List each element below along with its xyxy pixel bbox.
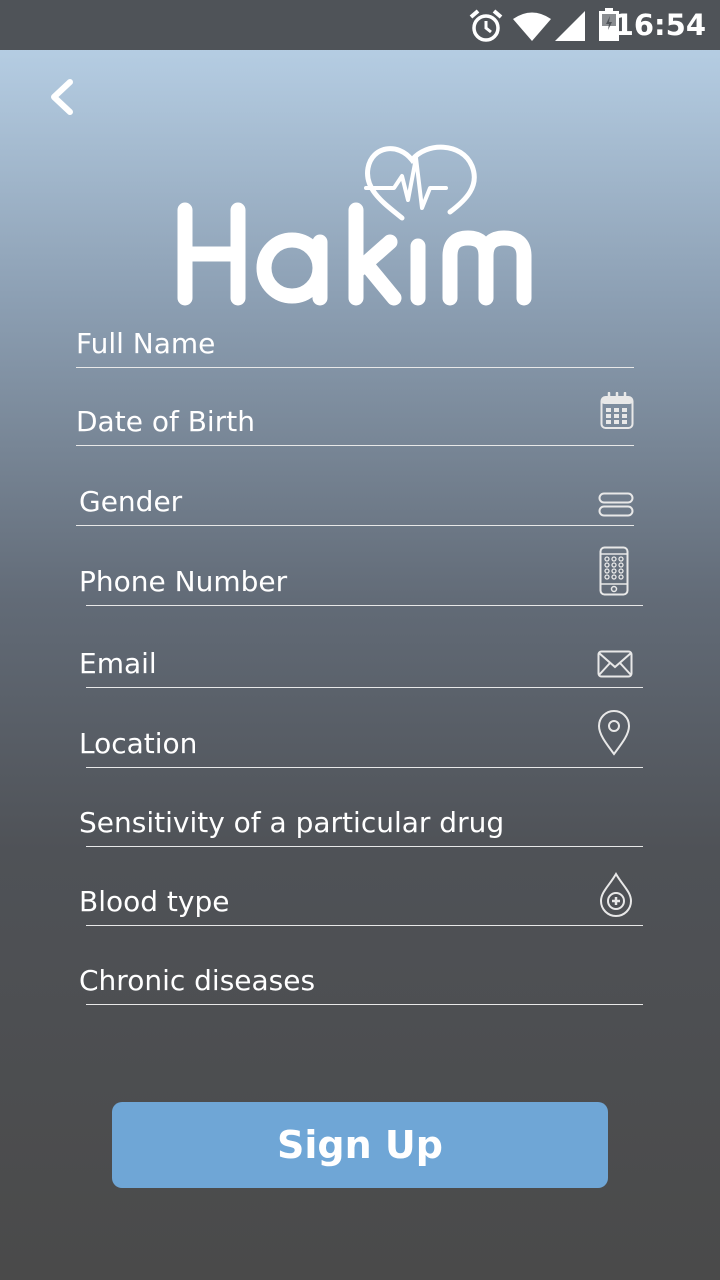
field-underline bbox=[86, 845, 643, 847]
email-label: Email bbox=[79, 647, 157, 680]
phone-number-field[interactable]: Phone Number bbox=[79, 546, 643, 606]
app-logo bbox=[170, 138, 550, 310]
date-of-birth-label: Date of Birth bbox=[76, 405, 255, 438]
field-underline bbox=[86, 604, 643, 606]
blood-type-label: Blood type bbox=[79, 885, 230, 918]
map-pin-icon[interactable] bbox=[597, 710, 631, 756]
location-label: Location bbox=[79, 727, 198, 760]
phone-number-label: Phone Number bbox=[79, 565, 288, 598]
back-button[interactable] bbox=[40, 74, 86, 120]
field-underline bbox=[76, 366, 634, 368]
select-icon[interactable] bbox=[598, 492, 634, 518]
date-of-birth-field[interactable]: Date of Birth bbox=[76, 392, 634, 446]
alarm-icon bbox=[469, 9, 503, 42]
field-underline bbox=[76, 444, 634, 446]
blood-type-field[interactable]: Blood type bbox=[79, 872, 643, 926]
field-underline bbox=[86, 766, 643, 768]
blood-drop-icon[interactable] bbox=[599, 872, 633, 918]
chronic-diseases-label: Chronic diseases bbox=[79, 964, 316, 997]
status-bar: 16:54 bbox=[0, 0, 720, 50]
gender-label: Gender bbox=[79, 485, 183, 518]
field-underline bbox=[86, 686, 643, 688]
field-underline bbox=[76, 524, 634, 526]
status-time: 16:54 bbox=[613, 8, 706, 42]
chevron-left-icon bbox=[51, 79, 73, 115]
envelope-icon[interactable] bbox=[597, 650, 633, 678]
chronic-diseases-field[interactable]: Chronic diseases bbox=[79, 953, 643, 1005]
full-name-label: Full Name bbox=[76, 327, 216, 360]
drug-sensitivity-field[interactable]: Sensitivity of a particular drug bbox=[79, 795, 643, 847]
sign-up-button[interactable]: Sign Up bbox=[112, 1102, 608, 1188]
location-field[interactable]: Location bbox=[79, 710, 643, 768]
signal-icon bbox=[555, 11, 585, 41]
calendar-icon[interactable] bbox=[600, 392, 634, 430]
gender-field[interactable]: Gender bbox=[76, 474, 634, 526]
field-underline bbox=[86, 1003, 643, 1005]
wifi-icon bbox=[513, 12, 551, 41]
drug-sensitivity-label: Sensitivity of a particular drug bbox=[79, 806, 505, 839]
field-underline bbox=[86, 924, 643, 926]
full-name-field[interactable]: Full Name bbox=[76, 316, 634, 368]
phone-icon[interactable] bbox=[599, 546, 629, 596]
email-field[interactable]: Email bbox=[79, 636, 643, 688]
